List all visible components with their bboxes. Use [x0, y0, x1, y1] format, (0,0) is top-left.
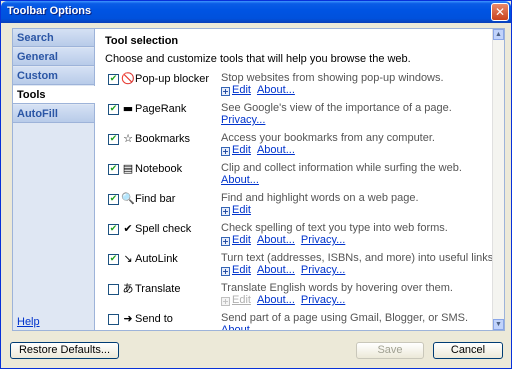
about-link[interactable]: About... — [257, 144, 295, 156]
tool-name: Pop-up blocker — [135, 73, 209, 85]
tool-name: Bookmarks — [135, 133, 191, 145]
tool-description: Check spelling of text you type into web… — [221, 222, 448, 234]
title-bar[interactable]: Toolbar Options ✕ — [1, 1, 511, 23]
tool-checkbox[interactable]: ✔ — [108, 194, 119, 205]
restore-defaults-button[interactable]: Restore Defaults... — [10, 342, 119, 359]
tool-links: + Edit About... — [221, 144, 301, 156]
about-link[interactable]: About... — [257, 234, 295, 246]
tool-row: ✔ ▬ PageRank See Google's view of the impor… — [95, 102, 493, 132]
tool-name: PageRank — [135, 103, 187, 115]
scroll-down-arrow[interactable]: ▼ — [493, 319, 504, 330]
close-button[interactable]: ✕ — [491, 3, 509, 21]
tool-links: About... — [221, 174, 265, 186]
scroll-up-arrow[interactable]: ▲ — [493, 29, 504, 40]
tool-links: Privacy... — [221, 114, 271, 126]
sidebar: Search General Custom Buttons Tools Auto… — [12, 28, 95, 331]
edit-plus-icon[interactable]: + — [221, 237, 230, 246]
tool-links: + Edit About... Privacy... — [221, 264, 351, 276]
tool-checkbox[interactable]: ✔ — [108, 134, 119, 145]
edit-plus-icon[interactable]: + — [221, 207, 230, 216]
dialog-body: Search General Custom Buttons Tools Auto… — [4, 23, 508, 335]
tool-row: あ Translate Translate English words by hov… — [95, 282, 493, 312]
tool-checkbox[interactable] — [108, 284, 119, 295]
tool-checkbox[interactable]: ✔ — [108, 104, 119, 115]
tool-checkbox[interactable]: ✔ — [108, 74, 119, 85]
tool-name: Notebook — [135, 163, 183, 175]
spell-check-icon: ✔ — [123, 222, 133, 235]
about-link[interactable]: About... — [221, 174, 259, 186]
cancel-button[interactable]: Cancel — [433, 342, 503, 359]
edit-plus-icon[interactable]: + — [221, 87, 230, 96]
tool-description: Translate English words by hovering over… — [221, 282, 453, 294]
tool-checkbox[interactable]: ✔ — [108, 164, 119, 175]
tool-description: Access your bookmarks from any computer. — [221, 132, 435, 144]
autolink-icon: ↘ — [123, 252, 133, 265]
edit-plus-icon: + — [221, 297, 230, 306]
pagerank-icon: ▬ — [122, 102, 134, 115]
tool-name: Spell check — [135, 223, 192, 235]
tools-panel: Tool selection Choose and customize tool… — [95, 28, 505, 331]
privacy-link[interactable]: Privacy... — [301, 264, 345, 276]
tool-description: Turn text (addresses, ISBNs, and more) i… — [221, 252, 497, 264]
save-button[interactable]: Save — [356, 342, 424, 359]
translate-icon: あ — [122, 282, 134, 295]
tool-description: Send part of a page using Gmail, Blogger… — [221, 312, 469, 324]
tool-description: Find and highlight words on a web page. — [221, 192, 419, 204]
tool-name: AutoLink — [135, 253, 178, 265]
tool-row: ✔ ☆ Bookmarks Access your bookmarks from an… — [95, 132, 493, 162]
edit-plus-icon[interactable]: + — [221, 267, 230, 276]
privacy-link[interactable]: Privacy... — [301, 234, 345, 246]
tool-links: + Edit About... — [221, 84, 301, 96]
tab-autofill[interactable]: AutoFill — [13, 105, 94, 123]
tool-name: Send to — [135, 313, 173, 325]
help-link[interactable]: Help — [17, 316, 40, 328]
scrollbar[interactable]: ▲ ▼ — [492, 29, 504, 330]
tab-general[interactable]: General — [13, 48, 94, 66]
edit-link[interactable]: Edit — [232, 234, 251, 246]
edit-plus-icon[interactable]: + — [221, 147, 230, 156]
tool-description: Stop websites from showing pop-up window… — [221, 72, 444, 84]
tool-links: About... — [221, 324, 265, 330]
popup-blocker-icon: 🚫 — [121, 72, 135, 85]
tab-tools[interactable]: Tools — [13, 86, 95, 104]
window-title: Toolbar Options — [7, 5, 92, 17]
edit-link[interactable]: Edit — [232, 264, 251, 276]
tool-row: ✔ ▤ Notebook Clip and collect information w… — [95, 162, 493, 192]
edit-link[interactable]: Edit — [232, 204, 251, 216]
edit-link: Edit — [232, 294, 251, 306]
about-link[interactable]: About... — [257, 294, 295, 306]
section-title: Tool selection — [105, 35, 179, 47]
tool-links: + Edit About... Privacy... — [221, 294, 351, 306]
bookmarks-icon: ☆ — [123, 132, 133, 145]
about-link[interactable]: About... — [257, 84, 295, 96]
tool-name: Translate — [135, 283, 181, 295]
tool-row: ✔ ✔ Spell check Check spelling of text you … — [95, 222, 493, 252]
tool-row: ➜ Send to Send part of a page using Gmail,… — [95, 312, 493, 330]
tool-checkbox[interactable] — [108, 314, 119, 325]
tab-custom-buttons[interactable]: Custom Buttons — [13, 67, 94, 100]
tool-row: ✔ ↘ AutoLink Turn text (addresses, ISBNs, a… — [95, 252, 497, 282]
find-bar-icon: 🔍 — [121, 192, 135, 205]
tool-links: + Edit About... Privacy... — [221, 234, 351, 246]
notebook-icon: ▤ — [122, 162, 134, 175]
tool-description: See Google's view of the importance of a… — [221, 102, 452, 114]
tool-description: Clip and collect information while surfi… — [221, 162, 462, 174]
edit-link[interactable]: Edit — [232, 144, 251, 156]
tool-row: ✔ 🔍 Find bar Find and highlight words on a … — [95, 192, 493, 222]
tool-checkbox[interactable]: ✔ — [108, 224, 119, 235]
tool-row: ✔ 🚫 Pop-up blocker Stop websites from showi… — [95, 72, 493, 102]
tool-links: + Edit — [221, 204, 257, 216]
tab-search[interactable]: Search — [13, 29, 94, 47]
edit-link[interactable]: Edit — [232, 84, 251, 96]
section-description: Choose and customize tools that will hel… — [105, 53, 411, 65]
send-to-icon: ➜ — [123, 312, 133, 325]
tool-checkbox[interactable]: ✔ — [108, 254, 119, 265]
about-link[interactable]: About... — [257, 264, 295, 276]
tool-name: Find bar — [135, 193, 176, 205]
toolbar-options-window: Toolbar Options ✕ Search General Custom … — [0, 0, 512, 369]
privacy-link[interactable]: Privacy... — [301, 294, 345, 306]
about-link[interactable]: About... — [221, 324, 259, 330]
privacy-link[interactable]: Privacy... — [221, 114, 265, 126]
